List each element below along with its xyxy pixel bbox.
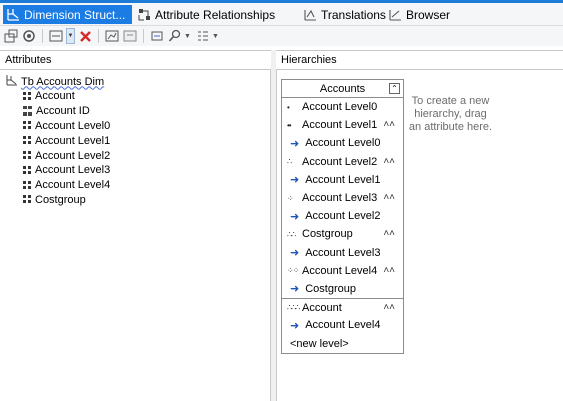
attribute-item[interactable]: Account Level2 xyxy=(23,148,110,163)
collapse-level-icon[interactable]: ˄˄ xyxy=(383,156,395,167)
attribute-item[interactable]: Account ID xyxy=(23,104,110,119)
hierarchy-level[interactable]: ∴∴∴ Account ˄˄ xyxy=(282,298,403,316)
process-icon[interactable] xyxy=(21,28,37,44)
browser-icon xyxy=(389,8,402,21)
hierarchy-name: Accounts xyxy=(319,82,366,95)
tab-label: Dimension Struct... xyxy=(24,7,126,22)
collapse-hierarchy-icon[interactable]: ⌃ xyxy=(389,83,400,94)
level-dots-icon: ∴∴ xyxy=(287,229,296,239)
attribute-icon xyxy=(23,151,31,161)
level-attribute[interactable]: ➜ Account Level2 xyxy=(282,207,403,225)
collapse-level-icon[interactable]: ˄˄ xyxy=(383,265,395,276)
level-dots-icon: •• xyxy=(287,120,292,130)
attribute-icon xyxy=(23,165,31,175)
save-icon[interactable] xyxy=(3,28,19,44)
level-attribute[interactable]: ➜ Costgroup xyxy=(282,280,403,298)
tab-attribute-relationships[interactable]: Attribute Relationships xyxy=(134,5,279,24)
arrow-right-icon: ➜ xyxy=(290,210,300,223)
attribute-item[interactable]: Costgroup xyxy=(23,193,110,208)
arrow-right-icon: ➜ xyxy=(290,174,300,187)
show-table-icon[interactable] xyxy=(104,28,120,44)
tab-dimension-structure[interactable]: Dimension Struct... xyxy=(3,5,132,24)
level-dots-icon: • xyxy=(287,102,290,112)
level-dots-icon: ⁘⁘ xyxy=(287,266,299,276)
data-source-view-icon[interactable] xyxy=(122,28,138,44)
hierarchy-header[interactable]: Accounts ⌃ xyxy=(282,80,403,98)
hierarchy-level[interactable]: ⁘ Account Level3 ˄˄ xyxy=(282,189,403,207)
level-attribute[interactable]: ➜ Account Level4 xyxy=(282,316,403,334)
hierarchy-level[interactable]: ∴ Account Level2 ˄˄ xyxy=(282,153,403,171)
show-list-icon[interactable] xyxy=(195,28,211,44)
level-dots-icon: ∴∴∴ xyxy=(287,303,300,313)
key-attribute-icon xyxy=(23,106,32,117)
toolbar-separator xyxy=(98,29,99,43)
tab-label: Attribute Relationships xyxy=(155,7,276,22)
new-attribute-icon[interactable] xyxy=(48,28,64,44)
hierarchies-panel-title: Hierarchies xyxy=(281,54,337,66)
arrow-right-icon: ➜ xyxy=(290,319,300,332)
attribute-item[interactable]: Account Level1 xyxy=(23,133,110,148)
toolbar-separator xyxy=(143,29,144,43)
tab-translations[interactable]: Translations xyxy=(300,5,390,24)
attribute-icon xyxy=(23,136,31,146)
collapse-level-icon[interactable]: ˄˄ xyxy=(383,228,395,239)
hierarchies-panel-header: Hierarchies xyxy=(276,50,563,70)
hierarchy-level[interactable]: ∴∴ Costgroup ˄˄ xyxy=(282,225,403,243)
dimension-structure-icon xyxy=(7,8,20,21)
collapse-level-icon[interactable]: ˄˄ xyxy=(383,192,395,203)
attribute-list: Account Account ID Account Level0 Accoun… xyxy=(23,89,110,207)
level-dots-icon: ∴ xyxy=(287,157,292,167)
attribute-icon xyxy=(23,121,31,131)
attribute-item[interactable]: Account Level3 xyxy=(23,163,110,178)
delete-icon[interactable] xyxy=(77,28,93,44)
translations-icon xyxy=(304,8,317,21)
new-level-placeholder[interactable]: <new level> xyxy=(282,334,403,352)
attribute-icon xyxy=(23,91,31,101)
arrow-right-icon: ➜ xyxy=(290,247,300,260)
dimension-name: Tb Accounts Dim xyxy=(21,75,105,88)
level-attribute[interactable]: ➜ Account Level1 xyxy=(282,171,403,189)
level-dots-icon: ⁘ xyxy=(287,193,294,203)
attributes-panel-title: Attributes xyxy=(5,54,52,66)
tab-browser[interactable]: Browser xyxy=(385,5,454,24)
collapse-level-icon[interactable]: ˄˄ xyxy=(383,119,395,130)
designer-toolbar: ▼ ▼ ▼ xyxy=(0,26,563,46)
list-dropdown-icon[interactable]: ▼ xyxy=(212,33,219,40)
attribute-icon xyxy=(23,195,31,205)
collapse-level-icon[interactable]: ˄˄ xyxy=(383,302,395,313)
attribute-item[interactable]: Account xyxy=(23,89,110,104)
create-hierarchy-hint: To create a new hierarchy, drag an attri… xyxy=(408,95,493,133)
attribute-view-dropdown[interactable]: ▼ xyxy=(66,28,75,44)
designer-tab-strip: Dimension Struct... Attribute Relationsh… xyxy=(0,0,563,26)
attribute-item[interactable]: Account Level4 xyxy=(23,178,110,193)
zoom-dropdown-icon[interactable]: ▼ xyxy=(184,33,191,40)
zoom-icon[interactable] xyxy=(167,28,183,44)
attributes-panel-header: Attributes xyxy=(0,50,271,70)
tab-label: Browser xyxy=(406,7,451,22)
attribute-relationships-icon xyxy=(138,8,151,21)
hierarchy-accounts[interactable]: Accounts ⌃ • Account Level0 •• Account L… xyxy=(281,79,404,354)
arrow-right-icon: ➜ xyxy=(290,137,300,150)
level-attribute[interactable]: ➜ Account Level0 xyxy=(282,134,403,152)
attribute-item[interactable]: Account Level0 xyxy=(23,119,110,134)
level-attribute[interactable]: ➜ Account Level3 xyxy=(282,244,403,262)
toolbar-separator xyxy=(42,29,43,43)
hierarchy-level[interactable]: • Account Level0 xyxy=(282,98,403,116)
hierarchy-level[interactable]: ⁘⁘ Account Level4 ˄˄ xyxy=(282,262,403,280)
dimension-tree-root[interactable]: Tb Accounts Dim xyxy=(6,74,104,89)
hierarchy-level[interactable]: •• Account Level1 ˄˄ xyxy=(282,116,403,134)
attribute-icon xyxy=(23,180,31,190)
refresh-icon[interactable] xyxy=(149,28,165,44)
dimension-icon xyxy=(6,74,18,89)
tab-label: Translations xyxy=(321,7,386,22)
arrow-right-icon: ➜ xyxy=(290,283,300,296)
